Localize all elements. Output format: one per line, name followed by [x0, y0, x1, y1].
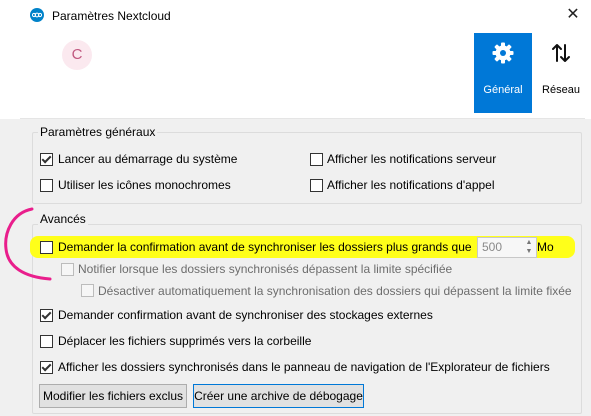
general-settings-group [32, 132, 582, 204]
server-notifications-checkbox[interactable] [310, 153, 323, 166]
call-notifications-checkbox[interactable] [310, 179, 323, 192]
server-notifications-label: Afficher les notifications serveur [327, 152, 497, 166]
call-notifications-label: Afficher les notifications d'appel [327, 178, 495, 192]
move-to-trash-checkbox[interactable] [40, 335, 53, 348]
auto-disable-sync-label: Désactiver automatiquement la synchronis… [98, 284, 572, 298]
launch-startup-label: Lancer au démarrage du système [58, 152, 238, 166]
size-limit-spinbox[interactable]: 500 ▲ ▼ [477, 237, 537, 258]
close-button[interactable]: ✕ [560, 4, 586, 26]
title-bar: Paramètres Nextcloud ✕ [0, 0, 591, 32]
account-avatar[interactable]: C [62, 40, 92, 70]
monochrome-icons-label: Utiliser les icônes monochromes [58, 178, 231, 192]
tab-general-label: Général [483, 84, 523, 96]
up-down-arrows-icon [552, 44, 570, 62]
size-limit-value: 500 [482, 240, 503, 254]
tab-network[interactable]: Réseau [532, 33, 590, 113]
edit-excluded-files-button[interactable]: Modifier les fichiers exclus [39, 384, 187, 408]
move-to-trash-label: Déplacer les fichiers supprimés vers la … [58, 334, 312, 348]
confirm-external-label: Demander confirmation avant de synchroni… [58, 308, 433, 322]
confirm-large-folders-checkbox[interactable] [40, 241, 53, 254]
nextcloud-logo-icon [30, 8, 44, 22]
launch-startup-checkbox[interactable] [40, 153, 53, 166]
close-icon: ✕ [566, 6, 580, 23]
spin-up-icon[interactable]: ▲ [523, 238, 535, 247]
tab-general[interactable]: Général [474, 33, 532, 113]
create-debug-archive-button[interactable]: Créer une archive de débogage [193, 384, 364, 408]
spin-down-icon[interactable]: ▼ [523, 247, 535, 256]
size-limit-unit: Mo [537, 240, 554, 254]
monochrome-icons-checkbox[interactable] [40, 179, 53, 192]
notify-exceed-checkbox[interactable] [61, 263, 74, 276]
confirm-large-folders-label: Demander la confirmation avant de synchr… [58, 240, 472, 254]
gear-icon [492, 42, 514, 64]
general-settings-title: Paramètres généraux [38, 125, 158, 139]
auto-disable-sync-checkbox[interactable] [81, 284, 94, 297]
show-in-explorer-label: Afficher les dossiers synchronisés dans … [58, 360, 550, 374]
notify-exceed-label: Notifier lorsque les dossiers synchronis… [78, 262, 453, 276]
window-title: Paramètres Nextcloud [52, 9, 171, 23]
confirm-external-checkbox[interactable] [40, 309, 53, 322]
tab-network-label: Réseau [542, 84, 580, 96]
show-in-explorer-checkbox[interactable] [40, 361, 53, 374]
